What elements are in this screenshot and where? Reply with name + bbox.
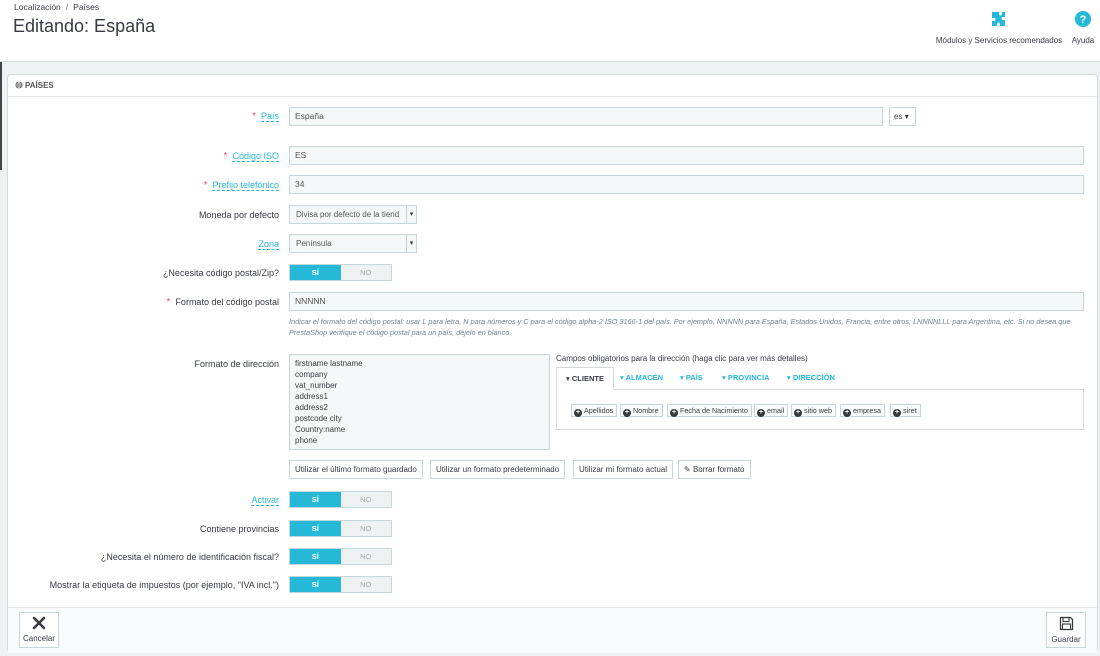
modules-label: Módulos y Servicios recomendados — [935, 36, 1063, 45]
cancel-label: Cancelar — [22, 634, 55, 643]
zip-format-label: * Formato del código postal — [166, 297, 279, 308]
address-format-textarea[interactable]: firstname lastname company vat_number ad… — [289, 354, 550, 450]
puzzle-icon — [930, 10, 1068, 30]
field-chip-empresa[interactable]: + empresa — [840, 404, 885, 417]
country-name-input[interactable]: España — [289, 107, 883, 126]
tab-pais[interactable]: ▾ PAÍS — [680, 367, 703, 390]
svg-text:?: ? — [1080, 14, 1087, 26]
iso-code-input[interactable]: ES — [289, 146, 1084, 165]
breadcrumb-parent[interactable]: Localización — [14, 2, 61, 12]
field-chip-nombre[interactable]: + Nombre — [620, 404, 663, 417]
language-dropdown[interactable]: es ▾ — [889, 107, 916, 126]
select-caret-icon: ▾ — [406, 235, 416, 252]
address-line: address2 — [295, 403, 328, 412]
address-format-label: Formato de dirección — [194, 359, 279, 369]
field-chip-email[interactable]: + email — [754, 404, 789, 417]
address-line: phone — [295, 436, 318, 445]
countries-panel: PAÍSES * País España es ▾ * Código ISO ES … — [7, 74, 1098, 653]
zone-select[interactable]: Península ▾ — [289, 234, 417, 253]
address-line: postcode city — [295, 414, 342, 423]
breadcrumb-separator: / — [65, 2, 69, 12]
display-tax-label-switch[interactable]: SÍ NO — [289, 576, 392, 593]
required-mark: * — [203, 180, 208, 191]
clear-format-button[interactable]: ✎ Borrar formato — [678, 460, 751, 479]
field-chip-siret[interactable]: + siret — [890, 404, 921, 417]
contains-states-label: Contiene provincias — [199, 524, 279, 534]
address-line: company — [295, 370, 328, 379]
use-last-saved-format-button[interactable]: Utilizar el último formato guardado — [289, 460, 423, 479]
help-icon: ? — [1066, 10, 1100, 30]
panel-footer: Cancelar Guardar — [8, 607, 1097, 653]
address-line: firstname lastname — [295, 359, 363, 368]
country-label: * País — [252, 111, 279, 122]
panel-heading-text: PAÍSES — [25, 81, 54, 90]
close-icon — [20, 616, 58, 632]
plus-circle-icon: + — [794, 409, 802, 417]
use-current-format-button[interactable]: Utilizar mi formato actual — [573, 460, 674, 479]
iso-code-label: * Código ISO — [223, 151, 279, 162]
need-zip-label: ¿Necesita código postal/Zip? — [162, 268, 279, 278]
currency-select[interactable]: Divisa por defecto de la tiend ▾ — [289, 205, 417, 224]
required-fields-title: Campos obligatorios para la dirección (h… — [556, 354, 808, 363]
need-tax-id-label: ¿Necesita el número de identificación fi… — [100, 552, 279, 562]
tab-direccion[interactable]: ▾ DIRECCIÓN — [787, 367, 835, 390]
phone-prefix-input[interactable]: 34 — [289, 175, 1084, 194]
display-tax-label-label: Mostrar la etiqueta de impuestos (por ej… — [49, 580, 279, 590]
globe-icon — [15, 81, 23, 91]
plus-circle-icon: + — [893, 409, 901, 417]
save-button[interactable]: Guardar — [1046, 612, 1086, 648]
cancel-button[interactable]: Cancelar — [19, 612, 59, 648]
active-switch[interactable]: SÍ NO — [289, 491, 392, 508]
field-chip-fecha-nacimiento[interactable]: + Fecha de Nacimiento — [667, 404, 752, 417]
page-title: Editando: España — [13, 16, 156, 36]
need-zip-switch[interactable]: SÍ NO — [289, 264, 392, 281]
plus-circle-icon: + — [574, 409, 582, 417]
address-line: Country:name — [295, 425, 346, 434]
use-default-format-button[interactable]: Utilizar un formato predeterminado — [430, 460, 566, 479]
field-chip-sitio-web[interactable]: + sitio web — [791, 404, 836, 417]
breadcrumb-current[interactable]: Países — [73, 2, 99, 12]
plus-circle-icon: + — [757, 409, 765, 417]
save-label: Guardar — [1051, 635, 1081, 644]
breadcrumb: Localización / Países — [14, 2, 99, 12]
panel-heading: PAÍSES — [8, 75, 1097, 97]
required-mark: * — [223, 151, 228, 162]
field-chip-apellidos[interactable]: + Apellidos — [571, 404, 618, 417]
zone-label: Zona — [258, 239, 279, 250]
address-line: address1 — [295, 392, 328, 401]
recommended-modules-button[interactable]: Módulos y Servicios recomendados — [930, 10, 1068, 45]
plus-circle-icon: + — [670, 409, 678, 417]
help-button[interactable]: ? Ayuda — [1066, 10, 1100, 45]
need-tax-id-switch[interactable]: SÍ NO — [289, 548, 392, 565]
address-line: vat_number — [295, 381, 338, 390]
floppy-disk-icon — [1047, 616, 1085, 633]
plus-circle-icon: + — [843, 409, 851, 417]
plus-circle-icon: + — [623, 409, 631, 417]
eraser-icon: ✎ — [684, 465, 691, 474]
tab-cliente[interactable]: ▾ CLIENTE — [556, 367, 614, 390]
required-mark: * — [166, 297, 171, 308]
zip-format-help: Indicar el formato del código postal: us… — [289, 317, 1071, 337]
caret-down-icon: ▾ — [904, 112, 909, 121]
active-label: Activar — [251, 495, 279, 506]
tab-provincia[interactable]: ▾ PROVINCIA — [722, 367, 770, 390]
page-header: Localización / Países Editando: España Mód… — [0, 0, 1100, 62]
select-caret-icon: ▾ — [406, 206, 416, 223]
tab-almacen[interactable]: ▾ ALMACÉN — [620, 367, 663, 390]
zip-format-input[interactable]: NNNNN — [289, 292, 1084, 311]
contains-states-switch[interactable]: SÍ NO — [289, 520, 392, 537]
phone-prefix-label: * Prefijo telefónico — [203, 180, 279, 191]
required-mark: * — [252, 111, 256, 122]
currency-label: Moneda por defecto — [198, 210, 279, 220]
required-fields-tabs: ▾ CLIENTE ▾ ALMACÉN ▾ PAÍS ▾ PROVINCIA ▾… — [556, 367, 1084, 390]
help-label: Ayuda — [1071, 36, 1095, 45]
